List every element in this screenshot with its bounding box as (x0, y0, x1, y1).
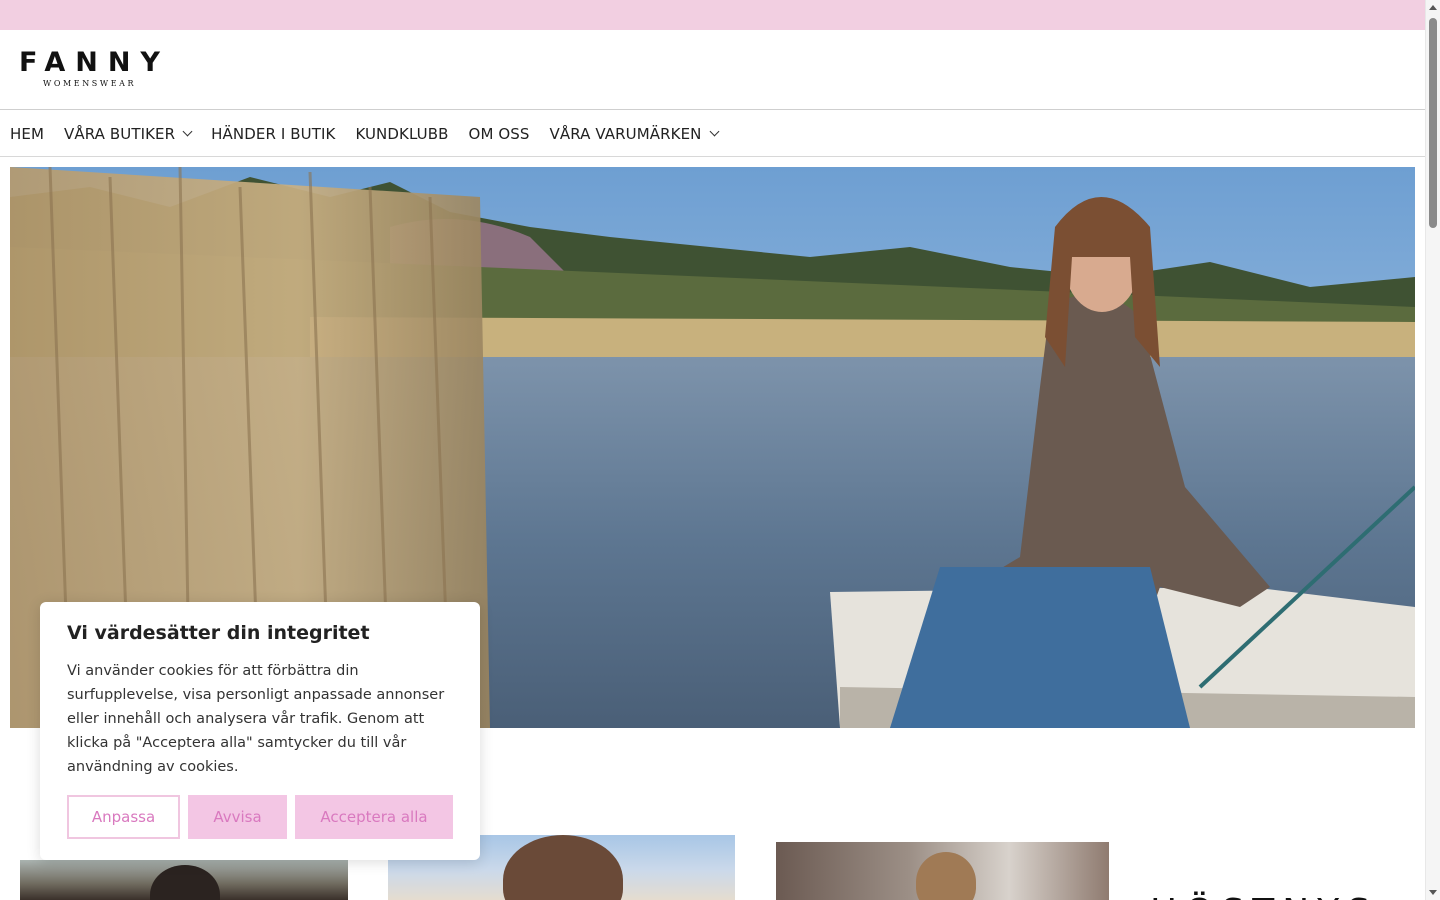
brand-tagline: WOMENSWEAR (43, 79, 137, 88)
cookie-consent-dialog: Vi värdesätter din integritet Vi använde… (40, 602, 480, 860)
reject-button[interactable]: Avvisa (188, 795, 287, 839)
main-nav: HEM VÅRA BUTIKER HÄNDER I BUTIK KUNDKLUB… (0, 111, 1425, 157)
section-heading: HÖSTNYS (1150, 892, 1378, 900)
scroll-up-arrow-icon[interactable] (1429, 5, 1437, 10)
site-header: FANNY WOMENSWEAR (0, 30, 1425, 110)
nav-item-hander-i-butik[interactable]: HÄNDER I BUTIK (211, 125, 335, 143)
nav-item-vara-varumarken[interactable]: VÅRA VARUMÄRKEN (549, 124, 719, 143)
nav-item-label: HEM (10, 124, 44, 143)
scroll-thumb[interactable] (1429, 18, 1437, 228)
brand-name: FANNY (19, 47, 170, 78)
product-card-image[interactable] (776, 842, 1109, 900)
model-silhouette (916, 852, 976, 900)
nav-item-label: OM OSS (468, 124, 530, 143)
announcement-bar (0, 0, 1425, 30)
brand-logo[interactable]: FANNY WOMENSWEAR (19, 49, 169, 93)
cookie-title: Vi värdesätter din integritet (67, 622, 370, 644)
nav-item-kundklubb[interactable]: KUNDKLUBB (355, 125, 448, 143)
nav-item-label: HÄNDER I BUTIK (211, 124, 336, 143)
nav-item-label: KUNDKLUBB (355, 124, 449, 143)
customize-button[interactable]: Anpassa (67, 795, 180, 839)
product-card-image[interactable] (20, 860, 348, 900)
cookie-description: Vi använder cookies för att förbättra di… (67, 663, 445, 775)
nav-item-vara-butiker[interactable]: VÅRA BUTIKER (64, 124, 193, 143)
chevron-down-icon (709, 126, 719, 137)
model-silhouette (503, 835, 623, 900)
page-scrollbar[interactable] (1425, 0, 1440, 900)
chevron-down-icon (182, 126, 193, 137)
accept-all-button[interactable]: Acceptera alla (295, 795, 453, 839)
nav-item-hem[interactable]: HEM (10, 125, 44, 143)
nav-item-label: VÅRA BUTIKER (64, 124, 176, 143)
nav-item-label: VÅRA VARUMÄRKEN (549, 124, 702, 143)
nav-item-om-oss[interactable]: OM OSS (469, 125, 530, 143)
cookie-button-group: Anpassa Avvisa Acceptera alla (67, 795, 461, 839)
model-silhouette (150, 865, 220, 900)
scroll-down-arrow-icon[interactable] (1429, 890, 1437, 895)
